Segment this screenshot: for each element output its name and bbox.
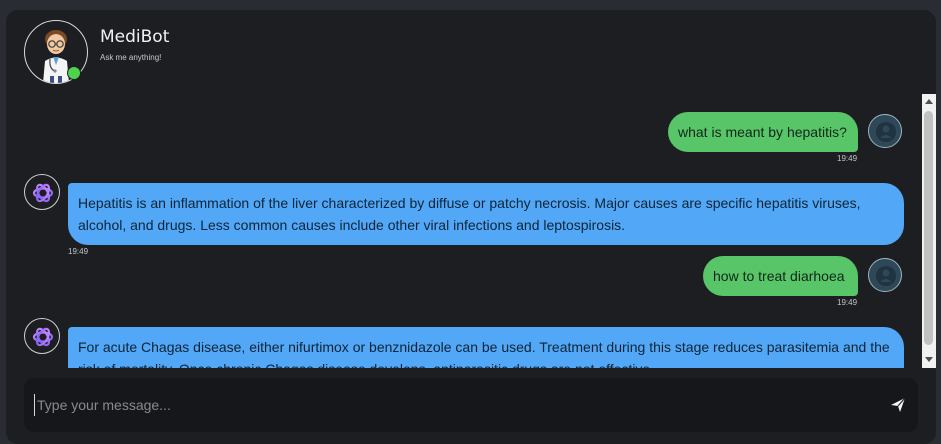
send-button[interactable] [888,395,908,415]
message-list[interactable]: what is meant by hepatitis? 19:49 Hepati… [6,94,922,368]
user-message-bubble: how to treat diarhoea [703,256,858,296]
bot-message: Hepatitis is an inflammation of the live… [6,174,922,258]
openai-logo-icon [24,174,60,210]
bot-title: MediBot [100,27,170,47]
bot-message-bubble: Hepatitis is an inflammation of the live… [68,183,904,245]
scroll-down-arrow-icon[interactable] [925,357,933,362]
message-timestamp: 19:49 [837,154,858,163]
scroll-up-arrow-icon[interactable] [925,99,933,104]
bot-subtitle: Ask me anything! [100,53,162,62]
bot-message-bubble: For acute Chagas disease, either nifurti… [68,327,904,368]
user-avatar-icon [868,258,902,292]
user-message: how to treat diarhoea 19:49 [6,256,922,312]
scroll-thumb[interactable] [924,111,933,345]
user-avatar-icon [868,114,902,148]
message-composer [24,378,918,432]
message-timestamp: 19:49 [68,247,89,256]
user-message: what is meant by hepatitis? 19:49 [6,112,922,168]
user-message-bubble: what is meant by hepatitis? [668,112,858,152]
send-icon [891,397,906,412]
chat-window: MediBot Ask me anything! what is meant b… [6,10,936,444]
openai-logo-icon [24,318,60,354]
chat-header: MediBot Ask me anything! [6,10,936,90]
messages-scrollbar[interactable] [922,94,936,368]
bot-message: For acute Chagas disease, either nifurti… [6,318,922,368]
message-input[interactable] [34,394,857,416]
online-status-icon [67,66,81,80]
message-timestamp: 19:49 [837,298,858,307]
